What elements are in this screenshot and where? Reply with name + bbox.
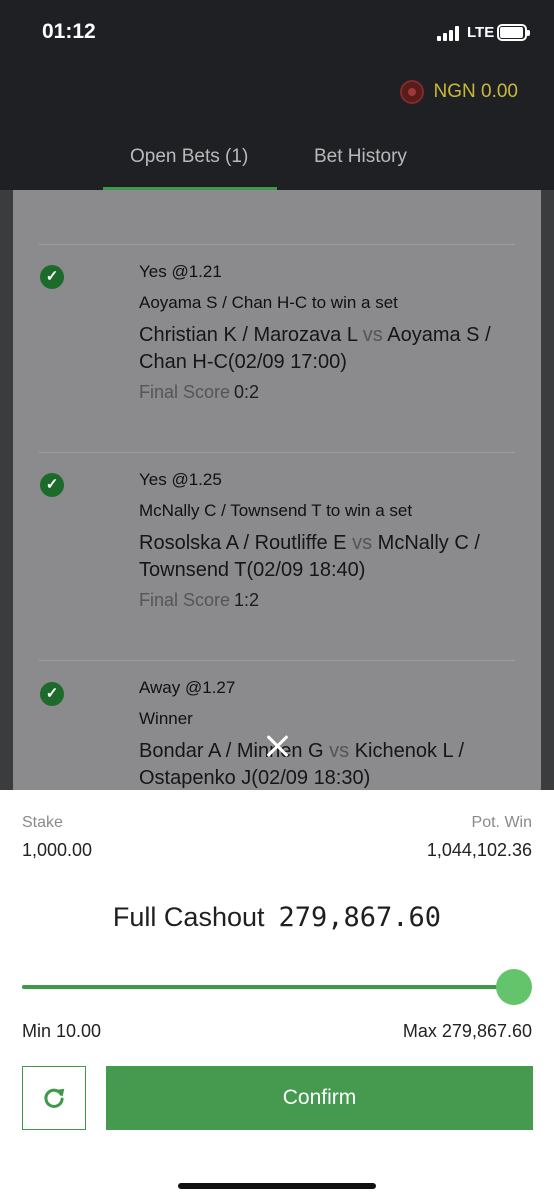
bet-match: Rosolska A / Routliffe E vs McNally C / … [139, 530, 519, 584]
check-icon: ✓ [40, 265, 64, 289]
bet-match: Christian K / Marozava L vs Aoyama S / C… [139, 322, 519, 376]
status-time: 01:12 [42, 20, 96, 43]
bet-pick: Yes @1.25 [139, 470, 222, 489]
vs-label: vs [362, 324, 383, 346]
bet-pick: Yes @1.21 [139, 262, 222, 281]
pot-win-label: Pot. Win [471, 814, 532, 831]
stake-label: Stake [22, 814, 63, 831]
refresh-icon [44, 1088, 65, 1108]
divider [39, 244, 515, 245]
home-team: Bondar A / Minnen G [139, 740, 324, 762]
divider [39, 452, 515, 453]
tab-open-bets[interactable]: Open Bets (1) [130, 146, 248, 168]
pot-win-value: 1,044,102.36 [426, 840, 532, 860]
network-label: LTE [467, 24, 495, 41]
final-score-label: Final Score [139, 590, 231, 610]
bet-list: ✓ Yes @1.21 Aoyama S / Chan H-C to win a… [13, 190, 541, 790]
bets-tabs: Open Bets (1) Bet History [0, 144, 554, 190]
cashout-sheet: Stake 1,000.00 Pot. Win 1,044,102.36 Ful… [0, 790, 554, 1200]
divider [39, 660, 515, 661]
min-amount: Min 10.00 [22, 1021, 102, 1041]
final-score-value: 1:2 [234, 590, 260, 610]
battery-icon [497, 24, 530, 41]
final-score: Final Score 1:2 [139, 590, 259, 611]
app-header: NGN 0.00 Open Bets (1) Bet History [0, 66, 554, 190]
check-icon: ✓ [40, 682, 64, 706]
close-icon[interactable] [265, 734, 289, 758]
confirm-button[interactable]: Confirm [106, 1066, 533, 1130]
bet-pick: Away @1.27 [139, 678, 236, 697]
cashout-slider-track[interactable] [22, 985, 514, 989]
match-datetime: (02/09 18:40) [246, 559, 366, 581]
bet-market: Aoyama S / Chan H-C to win a set [139, 293, 398, 312]
balance-display[interactable]: NGN 0.00 [399, 80, 518, 104]
final-score-label: Final Score [139, 382, 231, 402]
match-datetime: (02/09 18:30) [251, 767, 371, 789]
home-team: Rosolska A / Routliffe E [139, 532, 347, 554]
bet-market: Winner [139, 709, 193, 728]
cashout-slider-thumb[interactable] [496, 969, 532, 1005]
status-bar: 01:12 LTE [0, 0, 554, 66]
final-score-value: 0:2 [234, 382, 260, 402]
stake-value: 1,000.00 [22, 840, 93, 860]
refresh-button[interactable] [22, 1066, 86, 1130]
balance-amount: NGN 0.00 [433, 81, 518, 102]
cashout-slider-fill [22, 985, 514, 989]
vs-label: vs [329, 740, 350, 762]
cashout-summary: Full Cashout 279,867.60 [0, 902, 554, 933]
cashout-amount: 279,867.60 [278, 902, 442, 933]
check-icon: ✓ [40, 473, 64, 497]
final-score: Final Score 0:2 [139, 382, 259, 403]
tab-bet-history[interactable]: Bet History [314, 146, 407, 168]
match-datetime: (02/09 17:00) [227, 351, 347, 373]
home-indicator [178, 1183, 376, 1189]
max-amount: Max 279,867.60 [402, 1021, 532, 1041]
home-team: Christian K / Marozava L [139, 324, 358, 346]
vs-label: vs [352, 532, 373, 554]
cashout-label: Full Cashout [112, 902, 265, 932]
signal-icon [437, 26, 461, 41]
bet-market: McNally C / Townsend T to win a set [139, 501, 413, 520]
wallet-icon [399, 80, 424, 104]
bet-match: Bondar A / Minnen G vs Kichenok L / Osta… [139, 738, 519, 790]
